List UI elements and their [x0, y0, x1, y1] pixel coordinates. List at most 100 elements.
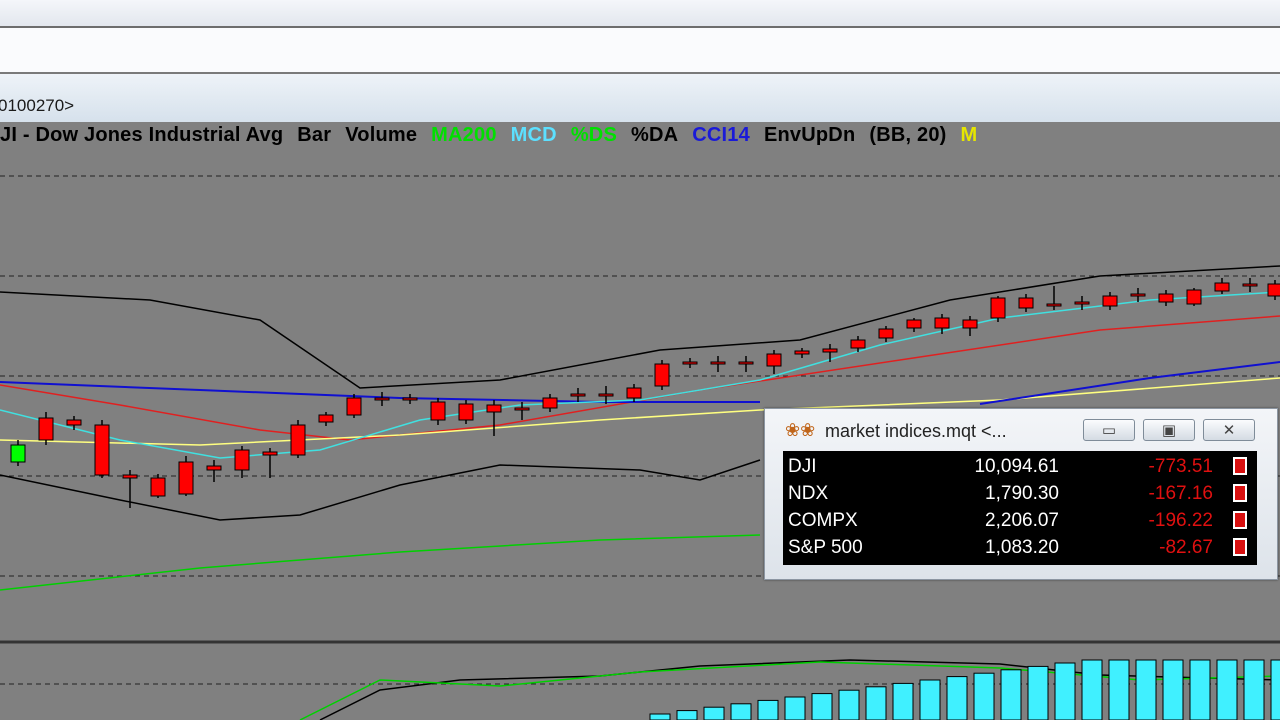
quote-last: 1,790.30	[985, 483, 1059, 504]
volume-bar	[757, 699, 779, 720]
price-chart[interactable]	[0, 0, 1280, 720]
legend-item: (BB, 20)	[869, 124, 947, 146]
restore-button[interactable]: ▣	[1143, 419, 1195, 441]
candle-body	[1242, 283, 1258, 287]
quote-symbol: COMPX	[788, 510, 858, 531]
candle-body	[178, 461, 194, 495]
volume-bar	[1243, 659, 1265, 720]
candle-body	[1046, 303, 1062, 307]
volume-bar	[892, 682, 914, 720]
candle-body	[514, 407, 530, 411]
volume-bar	[1189, 659, 1211, 720]
volume-bar	[946, 676, 968, 720]
candle-body-down	[1158, 293, 1174, 303]
candle-body-down	[486, 404, 502, 413]
close-button[interactable]: ✕	[1203, 419, 1255, 441]
volume-bar	[865, 686, 887, 720]
legend-item: Volume	[345, 124, 418, 146]
candle-body	[66, 419, 82, 426]
quote-last: 1,083.20	[985, 537, 1059, 558]
candle-body	[234, 449, 250, 471]
candle-body	[542, 397, 558, 409]
candle-body-down	[430, 401, 446, 421]
quote-chain-icon: ❀❀	[785, 420, 816, 440]
candle-body	[794, 350, 810, 355]
down-indicator-icon	[1233, 511, 1247, 529]
legend-item: MCD	[510, 124, 557, 146]
quotes-table[interactable]: DJI 10,094.61 -773.51 NDX 1,790.30 -167.16 COM…	[783, 451, 1257, 565]
candle-body	[458, 403, 474, 421]
quote-symbol: S&P 500	[788, 537, 863, 558]
candle-body	[822, 348, 838, 353]
candle-body	[710, 361, 726, 365]
legend-item: Bar	[297, 124, 332, 146]
candle-body	[402, 397, 418, 401]
candle-body	[906, 319, 922, 329]
quote-row[interactable]: DJI 10,094.61 -773.51	[783, 453, 1257, 480]
volume-bar	[1054, 662, 1076, 720]
candle-body-down	[94, 424, 110, 476]
down-indicator-icon	[1233, 538, 1247, 556]
candle-body	[374, 397, 390, 401]
ma-yellow-line-2	[759, 377, 1280, 411]
volume-bar	[703, 706, 725, 720]
candle-body	[962, 319, 978, 329]
candle-body	[122, 474, 138, 479]
candle-body	[1186, 289, 1202, 305]
down-indicator-icon	[1233, 484, 1247, 502]
quote-last: 2,206.07	[985, 510, 1059, 531]
ma-yellow-line	[0, 409, 761, 446]
ma200-line	[0, 534, 761, 591]
volume-bar	[1270, 659, 1280, 720]
quote-row[interactable]: COMPX 2,206.07 -196.22	[783, 507, 1257, 534]
volume-bar	[1216, 659, 1238, 720]
candle-body	[934, 317, 950, 329]
down-indicator-icon	[1233, 457, 1247, 475]
volume-bar	[1081, 659, 1103, 720]
quote-symbol: DJI	[788, 456, 817, 477]
candle-body	[262, 451, 278, 456]
candle-body	[206, 465, 222, 471]
candle-body	[682, 361, 698, 365]
candle-body	[878, 328, 894, 339]
quote-row[interactable]: NDX 1,790.30 -167.16	[783, 480, 1257, 507]
quote-change: -773.51	[1148, 456, 1213, 477]
candle-body	[990, 297, 1006, 319]
volume-bar	[784, 696, 806, 720]
candle-body	[850, 339, 866, 349]
candle-body-down	[1267, 283, 1280, 297]
market-indices-window[interactable]: ❀❀ market indices.mqt <... ▭ ▣ ✕ DJI 10,0…	[764, 408, 1278, 580]
candle-body	[1102, 295, 1118, 307]
legend-item: JI - Dow Jones Industrial Avg	[0, 124, 284, 146]
minimize-icon: ▭	[1101, 422, 1117, 439]
bollinger-upper-line	[0, 265, 1280, 389]
candle-body	[346, 397, 362, 416]
legend-item: EnvUpDn	[763, 124, 856, 146]
volume-bar	[1000, 669, 1022, 720]
bollinger-lower-line	[0, 459, 761, 521]
candle-body	[654, 363, 670, 387]
candle-body	[318, 414, 334, 423]
candle-body-down	[150, 477, 166, 497]
legend-item: %DS	[570, 124, 617, 146]
candle-body	[1130, 293, 1146, 297]
volume-bar	[649, 713, 671, 720]
legend-item: MA200	[431, 124, 497, 146]
popup-title: market indices.mqt <...	[825, 421, 1007, 441]
quote-change: -167.16	[1148, 483, 1213, 504]
quote-change: -82.67	[1159, 537, 1213, 558]
volume-bar	[919, 679, 941, 720]
candle-body	[10, 444, 26, 463]
volume-bar	[1027, 665, 1049, 720]
volume-bar	[973, 672, 995, 720]
quote-row[interactable]: S&P 500 1,083.20 -82.67	[783, 534, 1257, 561]
candle-body	[738, 361, 754, 365]
quote-change: -196.22	[1148, 510, 1213, 531]
candle-body	[38, 417, 54, 441]
volume-bar	[1135, 659, 1157, 720]
legend-item: %DA	[630, 124, 679, 146]
candle-body	[1214, 282, 1230, 292]
minimize-button[interactable]: ▭	[1083, 419, 1135, 441]
candle-body	[766, 353, 782, 367]
volume-bar	[1162, 659, 1184, 720]
